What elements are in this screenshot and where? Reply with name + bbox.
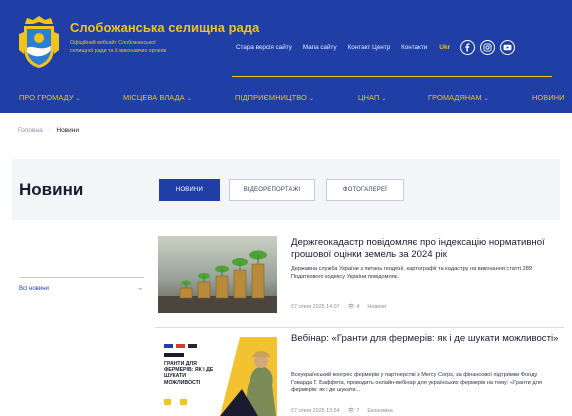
news-title-1[interactable]: Держгеокадастр повідомляє про індексацію… bbox=[291, 237, 563, 260]
all-news-link[interactable]: Всі новини → bbox=[19, 285, 143, 292]
chevron-down-icon: ⌄ bbox=[308, 96, 314, 102]
arrow-right-icon: → bbox=[136, 285, 143, 292]
nav-item-local-government[interactable]: МІСЦЕВА ВЛАДА ⌄ bbox=[123, 93, 192, 102]
news-date: 27 січня 2025 14:07 bbox=[291, 304, 340, 310]
site-subtitle: Офіційний вебсайт Слобожанської селищної… bbox=[70, 40, 167, 54]
nav-item-about[interactable]: ПРО ГРОМАДУ ⌄ bbox=[19, 93, 81, 102]
chevron-down-icon: ⌄ bbox=[75, 96, 81, 102]
eye-icon: 👁 bbox=[347, 304, 355, 310]
all-news-label: Всі новини bbox=[19, 285, 49, 292]
nav-item-business[interactable]: ПІДПРИЄМНИЦТВО ⌄ bbox=[235, 93, 314, 102]
webinar-image-caption: ГРАНТИ ДЛЯ ФЕРМЕРІВ: ЯК І ДЕ ШУКАТИ МОЖЛ… bbox=[164, 361, 214, 386]
header-divider bbox=[232, 76, 552, 77]
nav-item-label: ЦНАП bbox=[358, 93, 380, 102]
youtube-icon[interactable] bbox=[500, 40, 516, 55]
sidebar-divider bbox=[19, 277, 144, 278]
coat-of-arms-logo[interactable] bbox=[18, 14, 60, 70]
breadcrumb-current: Новини bbox=[56, 127, 79, 134]
chevron-down-icon: ⌄ bbox=[381, 96, 387, 102]
eye-icon: 👁 bbox=[347, 408, 355, 414]
chevron-down-icon: ⌄ bbox=[483, 96, 489, 102]
news-image-grants-webinar[interactable]: ГРАНТИ ДЛЯ ФЕРМЕРІВ: ЯК І ДЕ ШУКАТИ МОЖЛ… bbox=[158, 337, 277, 416]
news-excerpt-2: Всеукраїнський конгрес фермерів у партне… bbox=[291, 372, 542, 394]
nav-item-citizens[interactable]: ГРОМАДЯНАМ ⌄ bbox=[428, 93, 489, 102]
nav-item-tsnap[interactable]: ЦНАП ⌄ bbox=[358, 93, 387, 102]
breadcrumb-home-link[interactable]: Головна bbox=[18, 127, 43, 134]
top-links: Стара версія сайту Мапа сайту Контакт Це… bbox=[236, 40, 520, 55]
news-category[interactable]: Новини bbox=[367, 304, 386, 310]
tab-news[interactable]: НОВИНИ bbox=[159, 179, 220, 201]
nav-item-news[interactable]: НОВИНИ bbox=[532, 93, 565, 102]
news-category[interactable]: Економіка bbox=[367, 408, 392, 414]
news-title-2[interactable]: Вебінар: «Гранти для фермерів: як і де ш… bbox=[291, 333, 563, 345]
news-image-coins-plants[interactable] bbox=[158, 236, 277, 313]
page-title: Новини bbox=[19, 180, 84, 199]
nav-item-label: ПРО ГРОМАДУ bbox=[19, 93, 74, 102]
instagram-icon[interactable] bbox=[480, 40, 496, 55]
news-meta-2: 27 січня 2025 13:54 👁 7 Економіка bbox=[291, 408, 393, 414]
main-nav: ПРО ГРОМАДУ ⌄ МІСЦЕВА ВЛАДА ⌄ ПІДПРИЄМНИЦТ… bbox=[0, 86, 572, 108]
news-date: 27 січня 2025 13:54 bbox=[291, 408, 340, 414]
sitemap-link[interactable]: Мапа сайту bbox=[303, 44, 337, 51]
nav-item-label: ПІДПРИЄМНИЦТВО bbox=[235, 93, 307, 102]
language-switch[interactable]: Ukr bbox=[439, 44, 450, 51]
contacts-link[interactable]: Контакти bbox=[401, 44, 427, 51]
news-meta-1: 27 січня 2025 14:07 👁 4 Новини bbox=[291, 304, 386, 310]
breadcrumb-separator-icon: › bbox=[48, 127, 51, 134]
news-views: 7 bbox=[356, 408, 360, 414]
news-views: 4 bbox=[356, 304, 360, 310]
breadcrumb: Головна › Новини bbox=[18, 127, 79, 134]
news-divider bbox=[155, 327, 564, 328]
site-title[interactable]: Слобожанська селищна рада bbox=[70, 20, 259, 35]
contact-center-link[interactable]: Контакт Центр bbox=[348, 44, 390, 51]
facebook-icon[interactable] bbox=[460, 40, 476, 55]
nav-item-label: НОВИНИ bbox=[532, 93, 565, 102]
news-excerpt-1: Державна служба України з питань геодезі… bbox=[291, 266, 532, 280]
tab-video-reports[interactable]: ВІДЕОРЕПОРТАЖІ bbox=[229, 179, 315, 201]
site-header: Слобожанська селищна рада Офіційний вебс… bbox=[0, 0, 572, 113]
chevron-down-icon: ⌄ bbox=[186, 96, 192, 102]
nav-item-label: МІСЦЕВА ВЛАДА bbox=[123, 93, 185, 102]
nav-item-label: ГРОМАДЯНАМ bbox=[428, 93, 482, 102]
old-site-link[interactable]: Стара версія сайту bbox=[236, 44, 292, 51]
tab-photo-galleries[interactable]: ФОТОГАЛЕРЕЇ bbox=[326, 179, 404, 201]
